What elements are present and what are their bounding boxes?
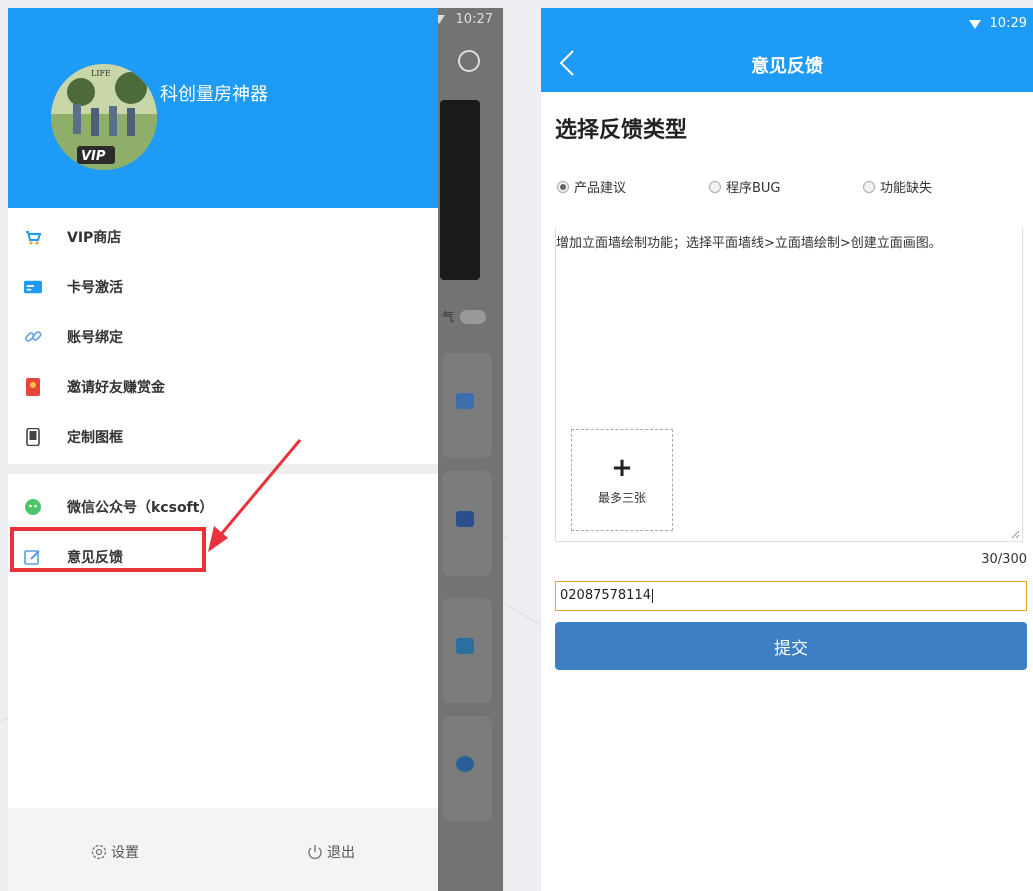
page-title: 意见反馈: [751, 56, 823, 77]
radio-missing-feature[interactable]: 功能缺失: [863, 177, 932, 196]
radio-unchecked-icon: [863, 180, 875, 193]
character-counter: 30/300: [981, 552, 1027, 567]
radio-product-suggestion[interactable]: 产品建议: [557, 177, 626, 196]
text-caret: [651, 588, 653, 603]
right-phone-screen: 10:29 意见反馈 选择反馈类型 产品建议 程序BUG 功能缺失 增加立面墙绘…: [541, 8, 1033, 891]
radio-checked-icon: [557, 180, 569, 193]
radio-unchecked-icon: [709, 180, 721, 193]
radio-label: 功能缺失: [880, 181, 933, 196]
radio-program-bug[interactable]: 程序BUG: [709, 177, 781, 196]
section-title: 选择反馈类型: [555, 118, 688, 143]
contact-value: 02087578114: [560, 588, 651, 603]
upload-label: 最多三张: [597, 490, 646, 505]
submit-button[interactable]: 提交: [555, 622, 1027, 670]
app-bar: 10:29 意见反馈: [541, 8, 1033, 92]
feedback-type-group: 产品建议 程序BUG 功能缺失: [557, 177, 1027, 197]
contact-input[interactable]: 02087578114: [555, 581, 1027, 611]
plus-icon: +: [611, 452, 633, 483]
wifi-icon: [969, 20, 981, 29]
feedback-textarea[interactable]: 增加立面墙绘制功能；选择平面墙线>立面墙绘制>创建立面画图。 + 最多三张: [555, 228, 1023, 542]
radio-label: 产品建议: [574, 181, 627, 196]
radio-label: 程序BUG: [726, 181, 781, 196]
resize-grip-icon[interactable]: [1010, 529, 1020, 539]
feedback-text: 增加立面墙绘制功能；选择平面墙线>立面墙绘制>创建立面画图。: [556, 236, 942, 251]
submit-label: 提交: [774, 638, 808, 659]
annotation-arrow: [208, 439, 302, 552]
status-time: 10:29: [989, 16, 1027, 31]
upload-image-button[interactable]: + 最多三张: [571, 429, 673, 531]
left-phone-screen: 气 10:27 LIFE VIP 科创量房神器 VIP商店 卡号激活 账号绑定 …: [8, 8, 503, 891]
